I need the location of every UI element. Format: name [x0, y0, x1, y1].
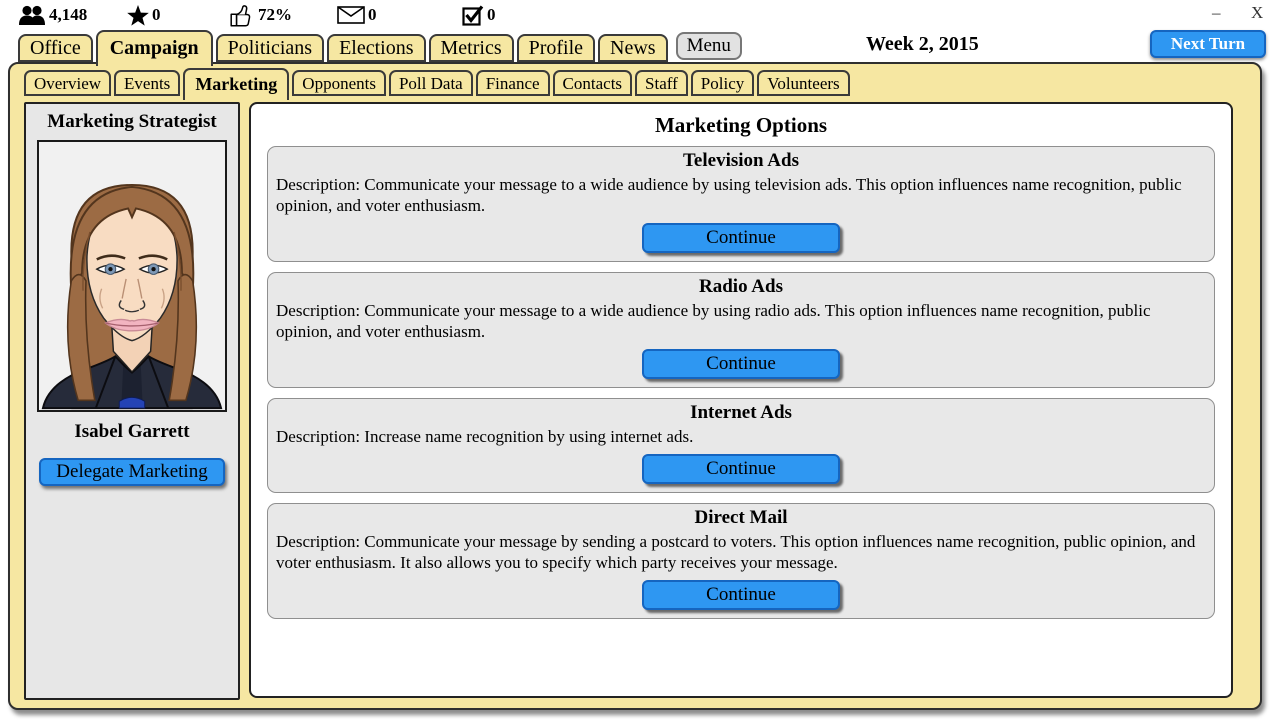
continue-button-internet-ads[interactable]: Continue [642, 454, 840, 484]
option-title: Radio Ads [276, 276, 1206, 298]
tab-office[interactable]: Office [18, 34, 93, 62]
subtab-overview[interactable]: Overview [24, 70, 111, 96]
menu-button[interactable]: Menu [676, 32, 742, 60]
option-description: Description: Increase name recognition b… [276, 426, 1206, 447]
tab-elections[interactable]: Elections [327, 34, 425, 62]
mail-icon [337, 6, 365, 24]
close-button[interactable]: X [1251, 3, 1263, 23]
option-description: Description: Communicate your message by… [276, 531, 1206, 573]
option-description: Description: Communicate your message to… [276, 300, 1206, 342]
subtab-volunteers[interactable]: Volunteers [757, 70, 849, 96]
delegate-marketing-button[interactable]: Delegate Marketing [39, 458, 225, 486]
thumbs-up-icon [230, 4, 255, 27]
tab-politicians[interactable]: Politicians [216, 34, 324, 62]
main-tab-bar: Office Campaign Politicians Elections Me… [18, 30, 742, 62]
continue-button-direct-mail[interactable]: Continue [642, 580, 840, 610]
strategist-portrait [37, 140, 227, 412]
option-card-direct-mail: Direct Mail Description: Communicate you… [267, 503, 1215, 619]
stat-value: 0 [487, 5, 496, 25]
subtab-marketing[interactable]: Marketing [183, 68, 289, 100]
option-card-television-ads: Television Ads Description: Communicate … [267, 146, 1215, 262]
strategist-panel: Marketing Strategist [24, 102, 240, 700]
option-title: Direct Mail [276, 507, 1206, 529]
stat-value: 4,148 [49, 5, 87, 25]
marketing-options-panel: Marketing Options Television Ads Descrip… [249, 102, 1233, 698]
stat-value: 72% [258, 5, 292, 25]
stat-messages: 0 [337, 2, 377, 28]
portrait-illustration [39, 142, 225, 410]
tab-news[interactable]: News [598, 34, 668, 62]
stat-stars: 0 [127, 2, 161, 28]
stat-value: 0 [152, 5, 161, 25]
tab-profile[interactable]: Profile [517, 34, 595, 62]
subtab-policy[interactable]: Policy [691, 70, 754, 96]
subtab-finance[interactable]: Finance [476, 70, 550, 96]
option-title: Internet Ads [276, 402, 1206, 424]
campaign-sub-tab-bar: Overview Events Marketing Opponents Poll… [24, 66, 853, 96]
strategist-name: Isabel Garrett [26, 421, 238, 443]
stat-supporters: 4,148 [18, 2, 87, 28]
option-card-internet-ads: Internet Ads Description: Increase name … [267, 398, 1215, 493]
subtab-events[interactable]: Events [114, 70, 180, 96]
tab-metrics[interactable]: Metrics [429, 34, 514, 62]
next-turn-button[interactable]: Next Turn [1150, 30, 1266, 58]
stat-approval: 72% [230, 2, 292, 28]
subtab-contacts[interactable]: Contacts [553, 70, 633, 96]
minimize-button[interactable]: – [1212, 3, 1221, 23]
subtab-poll-data[interactable]: Poll Data [389, 70, 473, 96]
option-description: Description: Communicate your message to… [276, 174, 1206, 216]
week-label: Week 2, 2015 [866, 33, 979, 56]
tab-campaign[interactable]: Campaign [96, 30, 213, 66]
subtab-opponents[interactable]: Opponents [292, 70, 386, 96]
subtab-staff[interactable]: Staff [635, 70, 688, 96]
people-icon [18, 5, 46, 26]
option-card-radio-ads: Radio Ads Description: Communicate your … [267, 272, 1215, 388]
continue-button-radio-ads[interactable]: Continue [642, 349, 840, 379]
option-title: Television Ads [276, 150, 1206, 172]
page-title: Marketing Options [251, 113, 1231, 138]
game-window: 4,148 0 72% 0 0 – X Offic [0, 0, 1280, 720]
star-icon [127, 5, 149, 26]
stat-tasks: 0 [462, 2, 496, 28]
stat-value: 0 [368, 5, 377, 25]
continue-button-television-ads[interactable]: Continue [642, 223, 840, 253]
strategist-role-title: Marketing Strategist [26, 111, 238, 133]
checkbox-icon [462, 4, 484, 26]
